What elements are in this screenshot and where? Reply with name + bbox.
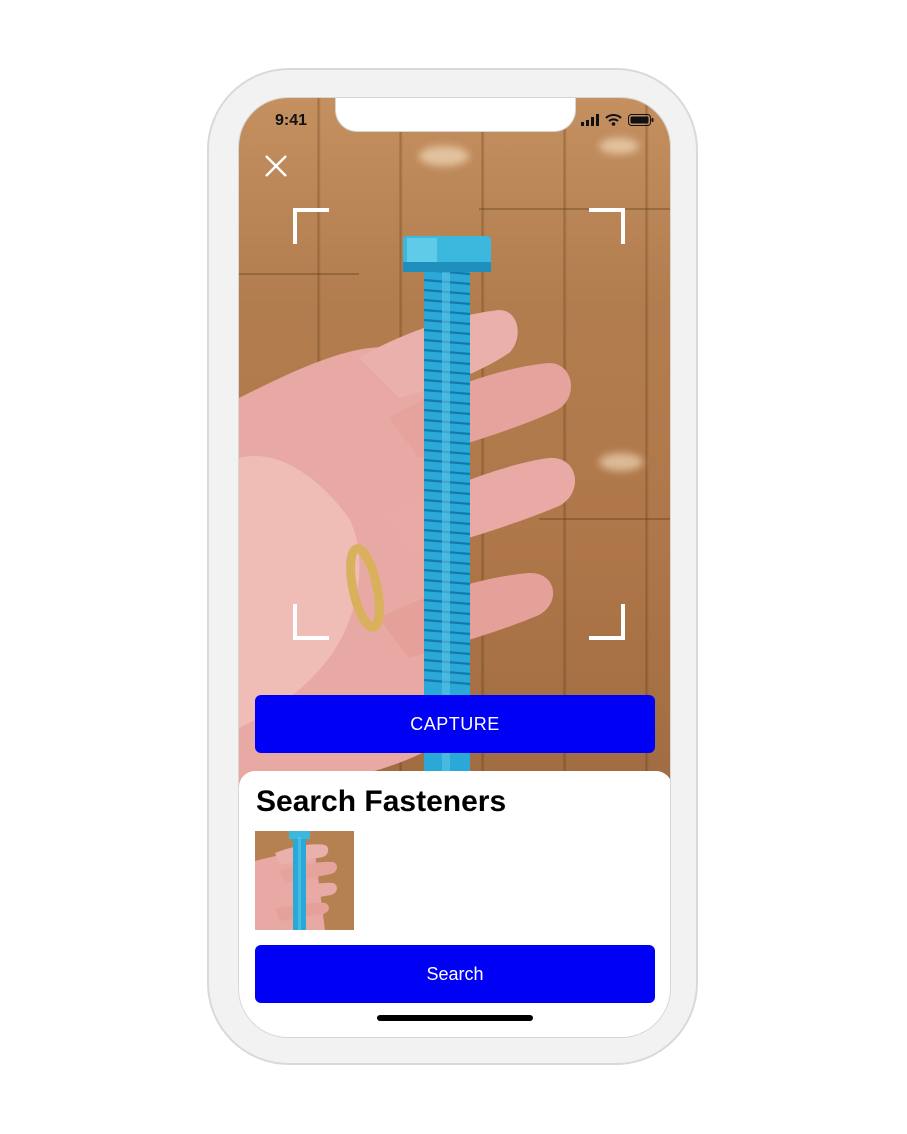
scan-frame-corner-top-left: [293, 208, 329, 244]
search-button[interactable]: Search: [255, 945, 655, 1003]
capture-button[interactable]: CAPTURE: [255, 695, 655, 753]
camera-viewfinder: CAPTURE: [239, 98, 670, 788]
captured-image: [255, 831, 354, 930]
scan-frame-corner-bottom-right: [589, 604, 625, 640]
device-notch: [335, 98, 576, 132]
captured-image-thumbnail[interactable]: [255, 831, 354, 930]
phone-screen: CAPTURE 9:41 Search Fasteners Search: [238, 97, 671, 1038]
status-time: 9:41: [275, 112, 308, 129]
battery-icon: [628, 114, 654, 126]
scan-frame-corner-top-right: [589, 208, 625, 244]
scan-frame-corner-bottom-left: [293, 604, 329, 640]
search-sheet: Search Fasteners Search: [239, 771, 670, 1037]
sheet-title: Search Fasteners: [256, 785, 507, 818]
status-icons: [581, 114, 654, 126]
hand-holding-bolt-image: [239, 236, 576, 788]
close-button[interactable]: [261, 151, 291, 181]
home-indicator: [377, 1015, 533, 1021]
close-icon: [265, 155, 287, 177]
cellular-signal-icon: [581, 114, 599, 126]
wifi-icon: [605, 114, 622, 126]
